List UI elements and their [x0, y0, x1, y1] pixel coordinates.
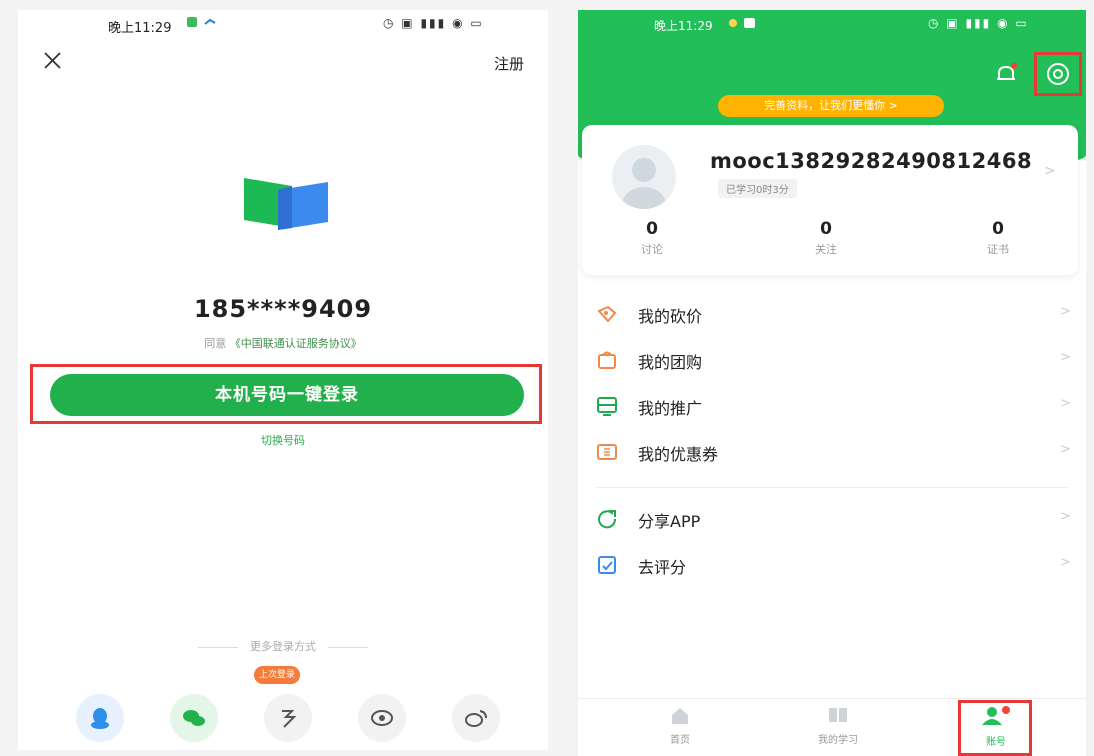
stat-label: 讨论 — [641, 243, 663, 256]
status-bar: 晚上11:29 ◷ ▣ ▮▮▮ ◉ ▭ — [18, 10, 548, 40]
chevron-right-icon: > — [1060, 509, 1071, 524]
account-screen: 晚上11:29 ◷ ▣ ▮▮▮ ◉ ▭ 完善资料，让我们更懂你 > mooc13… — [578, 10, 1086, 756]
username: mooc13829282490812468 — [710, 149, 1033, 173]
menu-item-label: 去评分 — [638, 558, 687, 577]
more-login-methods: 更多登录方式 — [18, 638, 548, 654]
more-login-label: 更多登录方式 — [250, 640, 316, 653]
group-buy-icon — [596, 349, 618, 371]
weibo-icon[interactable] — [452, 694, 500, 742]
account-tab-highlight-box — [958, 700, 1032, 756]
status-bar: 晚上11:29 ◷ ▣ ▮▮▮ ◉ ▭ — [578, 10, 1086, 38]
bargain-icon — [596, 303, 618, 325]
login-screen: 晚上11:29 ◷ ▣ ▮▮▮ ◉ ▭ 注册 185****9409 同意 《中… — [18, 10, 548, 750]
agreement-link[interactable]: 《中国联通认证服务协议》 — [230, 337, 362, 350]
menu-item-label: 我的推广 — [638, 399, 703, 418]
stat-following[interactable]: 0 关注 — [796, 219, 856, 257]
last-login-badge: 上次登录 — [254, 666, 300, 684]
agreement-prefix: 同意 — [204, 337, 227, 350]
app-status-icon — [728, 17, 756, 32]
chevron-right-icon: > — [1060, 442, 1071, 457]
menu-divider — [596, 487, 1068, 488]
menu-item-label: 我的优惠券 — [638, 445, 719, 464]
phone-number: 185****9409 — [193, 295, 373, 323]
stat-discussions[interactable]: 0 讨论 — [622, 219, 682, 257]
settings-icon[interactable] — [1046, 62, 1070, 90]
one-click-login-button[interactable]: 本机号码一键登录 — [50, 374, 524, 416]
menu-item-label: 分享APP — [638, 512, 701, 531]
menu-item-coupon[interactable]: 我的优惠券 > — [596, 437, 1076, 467]
menu-item-bargain[interactable]: 我的砍价 > — [596, 299, 1076, 329]
signal-wifi-battery-icon: ◷ ▣ ▮▮▮ ◉ ▭ — [383, 16, 484, 30]
screenshot: 晚上11:29 ◷ ▣ ▮▮▮ ◉ ▭ 注册 185****9409 同意 《中… — [0, 0, 1094, 756]
tab-my-learning[interactable]: 我的学习 — [788, 705, 888, 746]
switch-number-link[interactable]: 切换号码 — [18, 432, 548, 448]
stat-value: 0 — [820, 219, 832, 239]
stat-value: 0 — [646, 219, 658, 239]
stat-label: 证书 — [987, 243, 1009, 256]
home-icon — [672, 708, 688, 724]
tab-home[interactable]: 首页 — [630, 705, 730, 746]
status-time: 晚上11:29 — [108, 21, 172, 36]
profile-card[interactable]: mooc13829282490812468 已学习0时3分 > 0 讨论 0 关… — [582, 125, 1078, 275]
chevron-right-icon: > — [1060, 555, 1071, 570]
divider — [198, 646, 238, 648]
app-logo-icon — [240, 170, 336, 232]
chevron-right-icon: > — [1060, 396, 1071, 411]
close-icon[interactable] — [40, 48, 66, 74]
menu-item-promotion[interactable]: 我的推广 > — [596, 391, 1076, 421]
share-icon — [596, 508, 618, 530]
tab-label: 首页 — [670, 735, 690, 746]
menu-item-share-app[interactable]: 分享APP > — [596, 504, 1076, 534]
menu-item-group-buy[interactable]: 我的团购 > — [596, 345, 1076, 375]
promotion-icon — [596, 395, 618, 417]
complete-profile-button[interactable]: 完善资料，让我们更懂你 > — [718, 95, 944, 117]
camera-icon[interactable] — [358, 694, 406, 742]
message-status-icon — [204, 16, 216, 30]
qq-icon[interactable] — [76, 694, 124, 742]
menu-item-label: 我的团购 — [638, 353, 703, 372]
tab-label: 我的学习 — [818, 735, 858, 746]
chevron-right-icon: > — [1044, 163, 1056, 179]
avatar[interactable] — [612, 145, 676, 209]
menu-item-rate[interactable]: 去评分 > — [596, 550, 1076, 580]
my-learning-icon — [829, 708, 847, 722]
signal-wifi-battery-icon: ◷ ▣ ▮▮▮ ◉ ▭ — [928, 16, 1029, 30]
menu-item-label: 我的砍价 — [638, 307, 703, 326]
coupon-icon — [596, 441, 618, 463]
agreement-text: 同意 《中国联通认证服务协议》 — [18, 335, 548, 351]
chevron-right-icon: > — [1060, 304, 1071, 319]
chevron-right-icon: > — [1060, 350, 1071, 365]
bell-icon[interactable] — [994, 62, 1018, 86]
app-status-icon — [186, 16, 198, 30]
divider — [328, 646, 368, 648]
stat-value: 0 — [992, 219, 1004, 239]
register-link[interactable]: 注册 — [494, 53, 524, 74]
weiyi-icon[interactable] — [264, 694, 312, 742]
rate-icon — [596, 554, 618, 576]
wechat-icon[interactable] — [170, 694, 218, 742]
status-time: 晚上11:29 — [654, 19, 713, 33]
stat-label: 关注 — [815, 243, 837, 256]
stat-certificates[interactable]: 0 证书 — [968, 219, 1028, 257]
study-time-badge: 已学习0时3分 — [718, 179, 797, 198]
